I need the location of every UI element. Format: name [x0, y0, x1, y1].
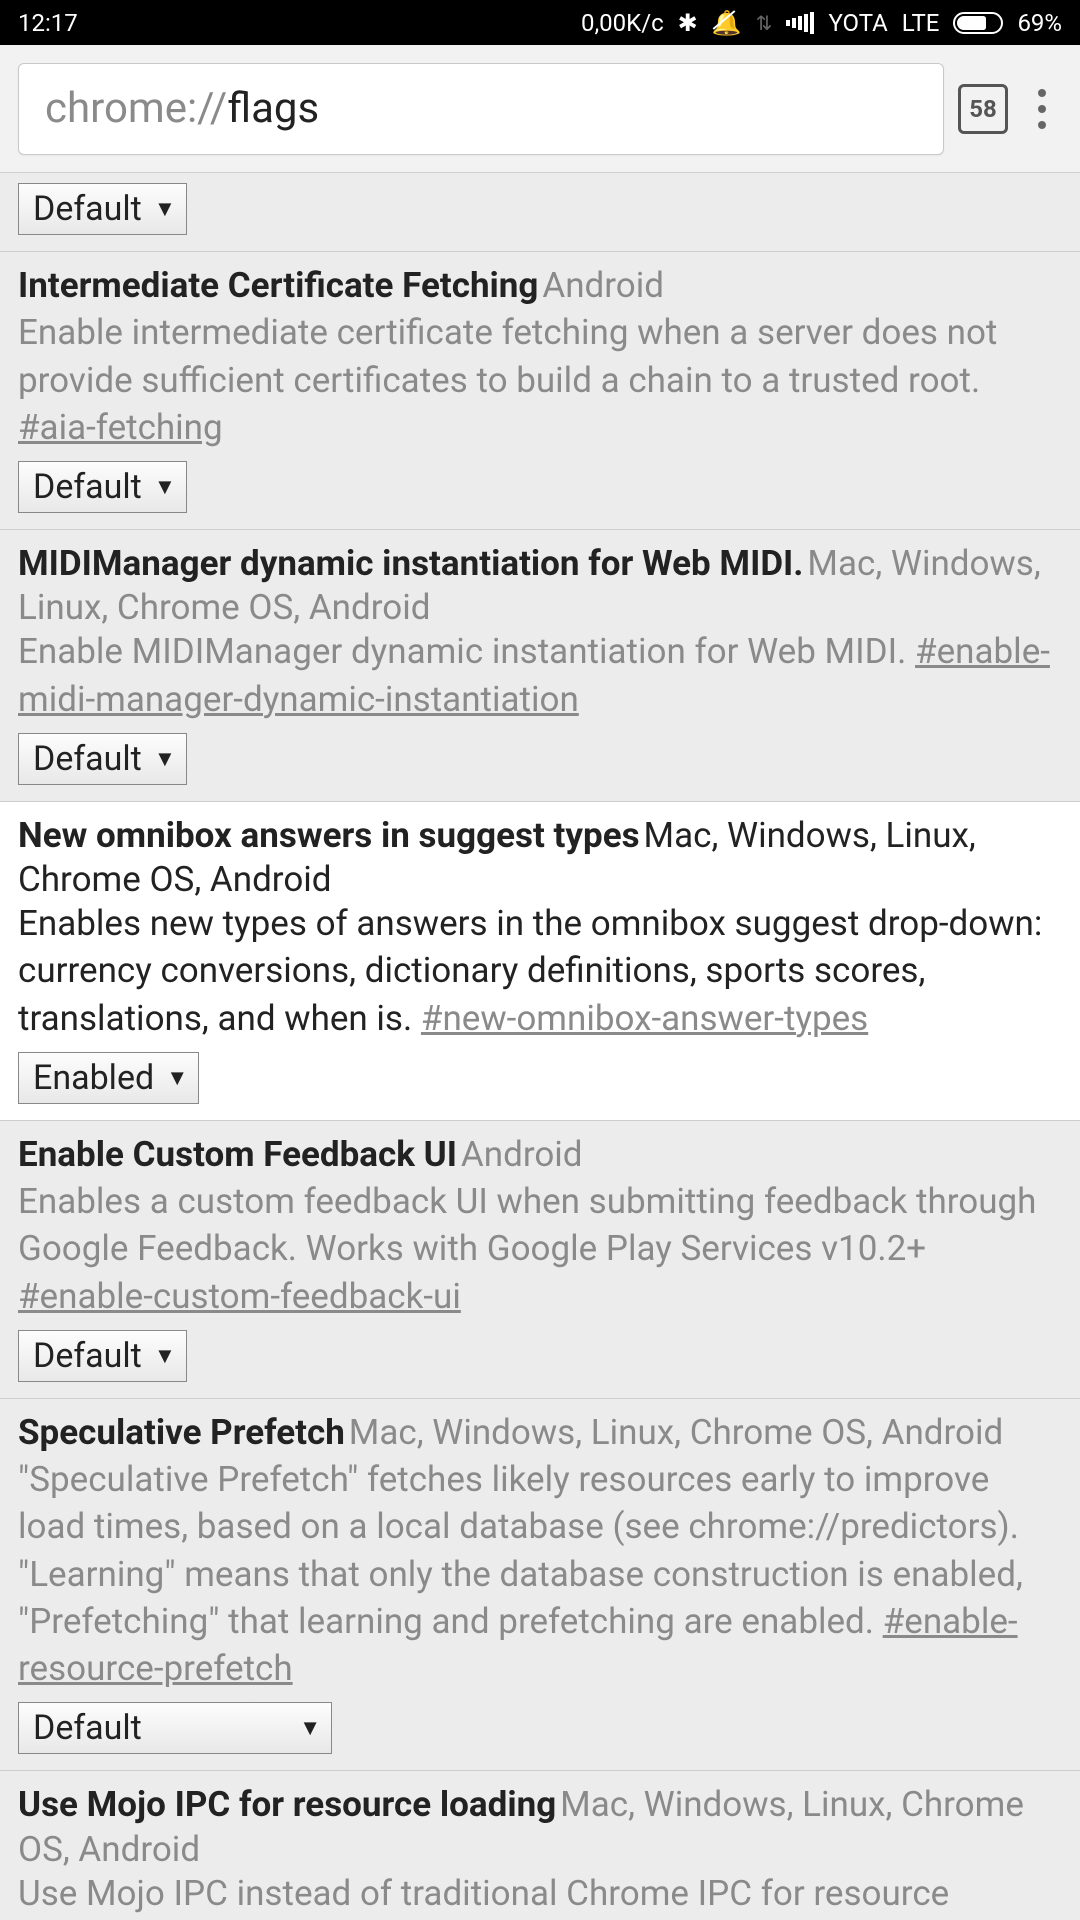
network-type-label: LTE — [902, 9, 940, 37]
chevron-down-icon: ▼ — [154, 474, 176, 500]
flag-title: New omnibox answers in suggest types — [18, 815, 640, 856]
flag-title: Intermediate Certificate Fetching — [18, 265, 538, 306]
flag-title: Enable Custom Feedback UI — [18, 1134, 457, 1175]
tab-switcher-button[interactable]: 58 — [958, 84, 1008, 134]
chevron-down-icon: ▼ — [154, 1343, 176, 1369]
flag-description: "Speculative Prefetch" fetches likely re… — [18, 1456, 1062, 1692]
tab-count: 58 — [969, 95, 997, 123]
flag-item: Intermediate Certificate Fetching Androi… — [0, 251, 1080, 530]
bluetooth-icon: ✱ — [678, 9, 698, 37]
silent-icon: 🔔 — [712, 9, 742, 37]
status-icons: 0,00K/c ✱ 🔔 ⇅ YOTA LTE 69% — [581, 9, 1062, 37]
flag-select[interactable]: Default ▼ — [18, 733, 187, 785]
flag-permalink[interactable]: #new-omnibox-answer-types — [421, 998, 868, 1039]
flag-select[interactable]: Default ▼ — [18, 1330, 187, 1382]
carrier-label: YOTA — [828, 9, 887, 37]
chevron-down-icon: ▼ — [154, 196, 176, 222]
battery-percent: 69% — [1017, 9, 1062, 37]
flags-page[interactable]: Default ▼ Intermediate Certificate Fetch… — [0, 173, 1080, 1920]
flag-item: Enable Custom Feedback UI Android Enable… — [0, 1120, 1080, 1399]
clock: 12:17 — [18, 9, 78, 37]
flag-select[interactable]: Enabled ▼ — [18, 1052, 199, 1104]
flag-item: Use Mojo IPC for resource loading Mac, W… — [0, 1770, 1080, 1920]
flag-platforms: Android — [461, 1134, 583, 1175]
flag-select-value: Enabled — [33, 1058, 154, 1098]
url-path: flags — [227, 84, 319, 133]
flag-description: Enable MIDIManager dynamic instantiation… — [18, 628, 1062, 723]
chevron-down-icon: ▼ — [299, 1715, 321, 1741]
battery-icon — [953, 12, 1003, 34]
chevron-down-icon: ▼ — [154, 746, 176, 772]
flag-item: MIDIManager dynamic instantiation for We… — [0, 529, 1080, 802]
flag-select[interactable]: Default ▼ — [18, 1702, 332, 1754]
flag-platforms: Mac, Windows, Linux, Chrome OS, Android — [349, 1412, 1003, 1453]
flag-select-value: Default — [33, 467, 142, 507]
address-bar[interactable]: chrome://flags — [18, 63, 944, 155]
flag-title: MIDIManager dynamic instantiation for We… — [18, 543, 803, 584]
status-bar: 12:17 0,00K/c ✱ 🔔 ⇅ YOTA LTE 69% — [0, 0, 1080, 45]
flag-description: Enables new types of answers in the omni… — [18, 900, 1062, 1042]
flag-permalink[interactable]: #enable-custom-feedback-ui — [18, 1276, 461, 1317]
flag-item: Speculative Prefetch Mac, Windows, Linux… — [0, 1398, 1080, 1772]
overflow-menu-button[interactable] — [1022, 89, 1062, 129]
flag-title: Speculative Prefetch — [18, 1412, 345, 1453]
chevron-down-icon: ▼ — [166, 1065, 188, 1091]
data-arrows-icon: ⇅ — [756, 11, 773, 35]
net-speed: 0,00K/c — [581, 9, 664, 37]
flag-select[interactable]: Default ▼ — [18, 461, 187, 513]
flag-description: Use Mojo IPC instead of traditional Chro… — [18, 1870, 1062, 1920]
browser-toolbar: chrome://flags 58 — [0, 45, 1080, 173]
url-scheme: chrome:// — [45, 84, 227, 133]
flag-item: New omnibox answers in suggest types Mac… — [0, 801, 1080, 1121]
flag-item: Default ▼ — [0, 173, 1080, 252]
flag-select-value: Default — [33, 1336, 142, 1376]
flag-platforms: Android — [542, 265, 664, 306]
signal-icon — [786, 12, 814, 34]
flag-title: Use Mojo IPC for resource loading — [18, 1784, 556, 1825]
flag-select-value: Default — [33, 189, 142, 229]
flag-description: Enable intermediate certificate fetching… — [18, 309, 1062, 451]
flag-description: Enables a custom feedback UI when submit… — [18, 1178, 1062, 1320]
flag-select-value: Default — [33, 739, 142, 779]
flag-permalink[interactable]: #aia-fetching — [18, 407, 223, 448]
flag-select-value: Default — [33, 1708, 142, 1748]
flag-select[interactable]: Default ▼ — [18, 183, 187, 235]
